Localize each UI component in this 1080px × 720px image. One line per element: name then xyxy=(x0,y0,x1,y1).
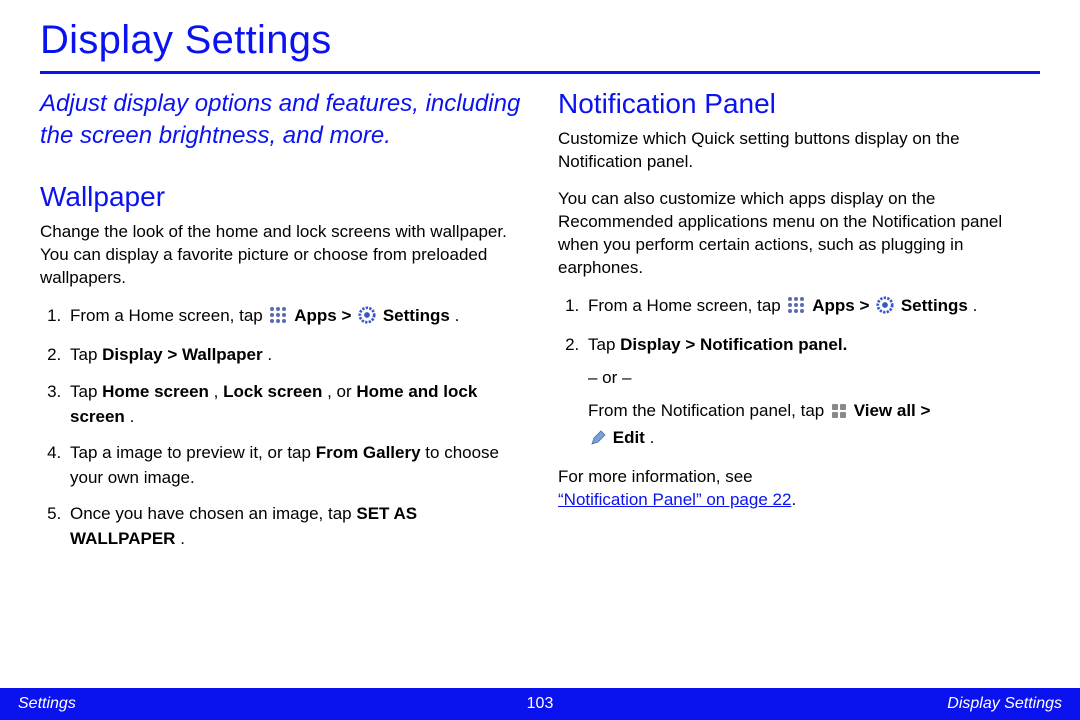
text-run: From the Notification panel, tap xyxy=(588,401,829,420)
text-run: From a Home screen, tap xyxy=(588,296,785,315)
bold-run: Apps xyxy=(294,306,337,325)
footer-page-number: 103 xyxy=(527,695,554,713)
intro-text: Adjust display options and features, inc… xyxy=(40,88,522,153)
footer-left: Settings xyxy=(18,695,76,713)
bold-run: > xyxy=(341,306,356,325)
page-footer: Settings 103 Display Settings xyxy=(0,688,1080,720)
tiles-icon xyxy=(831,402,847,427)
wallpaper-step-5: Once you have chosen an image, tap SET A… xyxy=(66,502,522,551)
pencil-icon xyxy=(590,429,606,454)
right-column: Notification Panel Customize which Quick… xyxy=(558,88,1040,564)
text-run: . xyxy=(180,529,185,548)
text-run: . xyxy=(267,345,272,364)
apps-grid-icon xyxy=(787,296,805,322)
wallpaper-heading: Wallpaper xyxy=(40,181,522,213)
document-page: Display Settings Adjust display options … xyxy=(0,0,1080,720)
notification-step-1: From a Home screen, tap Apps > Settings … xyxy=(584,294,1040,322)
text-run: From a Home screen, tap xyxy=(70,306,267,325)
two-column-layout: Adjust display options and features, inc… xyxy=(40,88,1040,564)
bold-run: Home screen xyxy=(102,382,209,401)
text-run: Tap xyxy=(588,335,620,354)
bold-run: Edit xyxy=(613,428,645,447)
text-run: , xyxy=(214,382,223,401)
text-run: . xyxy=(973,296,978,315)
bold-run: View all xyxy=(854,401,916,420)
bold-run: Settings xyxy=(383,306,450,325)
text-run: . xyxy=(455,306,460,325)
bold-run: Apps xyxy=(812,296,855,315)
settings-gear-icon xyxy=(876,296,894,322)
left-column: Adjust display options and features, inc… xyxy=(40,88,522,564)
text-run: Tap xyxy=(70,345,102,364)
text-run: Tap xyxy=(70,382,102,401)
bold-run: Lock screen xyxy=(223,382,322,401)
text-run: , or xyxy=(327,382,356,401)
page-title: Display Settings xyxy=(40,18,1040,63)
settings-gear-icon xyxy=(358,306,376,332)
notification-panel-xref-link[interactable]: “Notification Panel” on page 22 xyxy=(558,490,791,509)
text-run: For more information, see xyxy=(558,467,753,486)
text-run: . xyxy=(650,428,655,447)
wallpaper-steps: From a Home screen, tap Apps > Settings … xyxy=(40,304,522,552)
wallpaper-intro-para: Change the look of the home and lock scr… xyxy=(40,221,522,290)
text-run: Once you have chosen an image, tap xyxy=(70,504,356,523)
notification-step-2: Tap Display > Notification panel. – or –… xyxy=(584,333,1040,454)
notification-para-2: You can also customize which apps displa… xyxy=(558,188,1040,280)
bold-run: Display > Notification panel. xyxy=(620,335,847,354)
apps-grid-icon xyxy=(269,306,287,332)
wallpaper-step-4: Tap a image to preview it, or tap From G… xyxy=(66,441,522,490)
wallpaper-step-1: From a Home screen, tap Apps > Settings … xyxy=(66,304,522,332)
text-run: . xyxy=(791,490,796,509)
notification-steps: From a Home screen, tap Apps > Settings … xyxy=(558,294,1040,454)
wallpaper-step-2: Tap Display > Wallpaper . xyxy=(66,343,522,368)
wallpaper-step-3: Tap Home screen , Lock screen , or Home … xyxy=(66,380,522,429)
or-divider: – or – xyxy=(588,366,1040,391)
bold-run: Settings xyxy=(901,296,968,315)
bold-run: Display > Wallpaper xyxy=(102,345,262,364)
bold-run: > xyxy=(859,296,874,315)
footer-right: Display Settings xyxy=(947,695,1062,713)
text-run: Tap a image to preview it, or tap xyxy=(70,443,316,462)
bold-run: From Gallery xyxy=(316,443,421,462)
title-rule xyxy=(40,71,1040,74)
bold-run: > xyxy=(921,401,931,420)
text-run: . xyxy=(130,407,135,426)
notification-panel-heading: Notification Panel xyxy=(558,88,1040,120)
more-info-para: For more information, see “Notification … xyxy=(558,466,1040,512)
notification-para-1: Customize which Quick setting buttons di… xyxy=(558,128,1040,174)
